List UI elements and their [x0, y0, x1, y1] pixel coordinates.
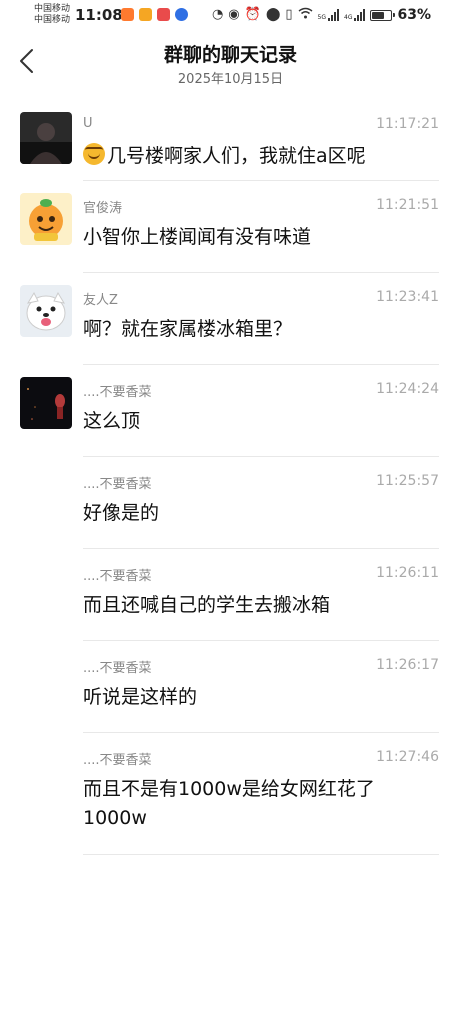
avatar[interactable] [20, 377, 72, 429]
sender-name: U [83, 116, 93, 131]
wifi-icon [298, 7, 313, 23]
message-item[interactable]: 官俊涛 11:21:51 小智你上楼闻闻有没有味道 [0, 181, 461, 273]
message-item[interactable]: U 11:17:21 几号楼啊家人们，我就住a区呢 [0, 100, 461, 181]
app-notification-icon [175, 8, 188, 21]
record-date: 2025年10月15日 [177, 72, 284, 87]
message-item[interactable]: ....不要香菜 11:26:17 听说是这样的 [0, 641, 461, 733]
carrier-2-label: 中国移动 [34, 15, 71, 25]
location-icon: ⬤ [265, 7, 281, 22]
app-notification-icon [139, 8, 152, 21]
sender-name: 友人Z [83, 293, 118, 308]
message-item[interactable]: ....不要香菜 11:24:24 这么顶 [0, 365, 461, 457]
avatar[interactable] [20, 285, 72, 337]
message-text[interactable]: 而且还喊自己的学生去搬冰箱 [83, 591, 428, 620]
message-time: 11:25:57 [376, 473, 439, 489]
carrier-1-label: 中国移动 [34, 4, 71, 14]
message-time: 11:21:51 [376, 197, 439, 213]
divider [83, 854, 439, 855]
message-text[interactable]: 这么顶 [83, 407, 428, 436]
avatar[interactable] [20, 112, 72, 164]
carrier-labels: 中国移动 中国移动 [34, 4, 70, 26]
laughing-tears-emoji-icon [83, 143, 105, 165]
message-time: 11:26:17 [376, 657, 439, 673]
message-text-content: 几号楼啊家人们，我就住a区呢 [107, 145, 366, 167]
page-title: 群聊的聊天记录 [163, 44, 297, 66]
message-time: 11:24:24 [376, 381, 439, 397]
message-text[interactable]: 好像是的 [83, 499, 428, 528]
sender-name: ....不要香菜 [83, 753, 152, 768]
avatar[interactable] [20, 193, 72, 245]
message-text[interactable]: 小智你上楼闻闻有没有味道 [83, 223, 428, 252]
vibrate-icon: ▯ [285, 7, 293, 22]
eye-icon: ◉ [228, 7, 240, 22]
sender-name: ....不要香菜 [83, 385, 152, 400]
speed-icon: ◔ [211, 7, 224, 22]
message-time: 11:23:41 [376, 289, 439, 305]
message-item[interactable]: ....不要香菜 11:27:46 而且不是有1000w是给女网红花了1000w [0, 733, 461, 855]
message-text[interactable]: 听说是这样的 [83, 683, 428, 712]
sender-name: ....不要香菜 [83, 477, 152, 492]
notification-icons [121, 8, 188, 21]
system-icons: ◔ ◉ ⏰ ⬤ ▯ 5G 4G 63% [212, 7, 431, 23]
dark-night-avatar [20, 377, 72, 429]
message-text[interactable]: 啊？就在家属楼冰箱里？ [83, 315, 428, 344]
chat-record-header: 群聊的聊天记录 2025年10月15日 [0, 32, 461, 92]
message-time: 11:26:11 [376, 565, 439, 581]
app-notification-icon [121, 8, 134, 21]
dark-figure-avatar [20, 112, 72, 164]
sender-name: ....不要香菜 [83, 569, 152, 584]
sender-name: ....不要香菜 [83, 661, 152, 676]
battery-percent: 63% [397, 7, 431, 23]
app-notification-icon [157, 8, 170, 21]
status-bar: 中国移动 中国移动 11:08 ◔ ◉ ⏰ ⬤ ▯ 5G 4G 63% [0, 0, 461, 32]
message-list[interactable]: U 11:17:21 几号楼啊家人们，我就住a区呢 官俊涛 11:21:51 小… [0, 100, 461, 855]
signal-5g-icon: 5G [318, 9, 340, 21]
white-dog-avatar [20, 285, 72, 337]
message-item[interactable]: 友人Z 11:23:41 啊？就在家属楼冰箱里？ [0, 273, 461, 365]
message-item[interactable]: ....不要香菜 11:25:57 好像是的 [0, 457, 461, 549]
alarm-icon: ⏰ [244, 7, 261, 22]
sender-name: 官俊涛 [83, 201, 123, 216]
message-time: 11:27:46 [376, 749, 439, 765]
signal-4g-icon: 4G [344, 9, 366, 21]
message-text[interactable]: 几号楼啊家人们，我就住a区呢 [83, 142, 428, 171]
status-time: 11:08 [75, 6, 123, 24]
message-time: 11:17:21 [376, 116, 439, 132]
message-item[interactable]: ....不要香菜 11:26:11 而且还喊自己的学生去搬冰箱 [0, 549, 461, 641]
message-text[interactable]: 而且不是有1000w是给女网红花了1000w [83, 775, 428, 833]
battery-icon [370, 9, 396, 21]
orange-cartoon-avatar [20, 193, 72, 245]
